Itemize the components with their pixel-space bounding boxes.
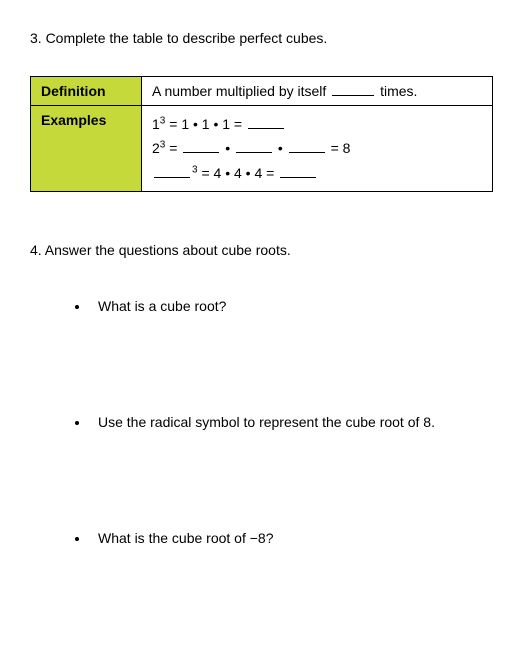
text: 1 — [152, 116, 160, 132]
fill-blank[interactable] — [332, 83, 374, 96]
list-item: What is the cube root of −8? — [90, 530, 493, 546]
list-item: Use the radical symbol to represent the … — [90, 414, 493, 430]
text: • — [274, 140, 287, 156]
table-row: Examples 13 = 1 • 1 • 1 = 23 = • • = 8 3… — [31, 106, 493, 192]
question-4-prompt: 4. Answer the questions about cube roots… — [30, 242, 493, 258]
fill-blank[interactable] — [248, 116, 284, 129]
text: 2 — [152, 140, 160, 156]
question-3-prompt: 3. Complete the table to describe perfec… — [30, 30, 493, 46]
fill-blank[interactable] — [280, 165, 316, 178]
text: = 4 • 4 • 4 = — [198, 165, 279, 181]
fill-blank[interactable] — [154, 165, 190, 178]
text: • — [221, 140, 234, 156]
definition-header: Definition — [31, 77, 142, 106]
text: = 8 — [327, 140, 351, 156]
ex-line1: 13 = 1 • 1 • 1 = — [152, 116, 286, 132]
examples-cell: 13 = 1 • 1 • 1 = 23 = • • = 8 3 = 4 • 4 … — [142, 106, 493, 192]
text: = 1 • 1 • 1 = — [165, 116, 246, 132]
text: = — [165, 140, 181, 156]
question-4-bullets: What is a cube root? Use the radical sym… — [30, 298, 493, 546]
definition-text-before: A number multiplied by itself — [152, 83, 330, 99]
fill-blank[interactable] — [236, 140, 272, 153]
examples-header: Examples — [31, 106, 142, 192]
definition-text-after: times. — [376, 83, 417, 99]
fill-blank[interactable] — [183, 140, 219, 153]
ex-line2: 23 = • • = 8 — [152, 140, 350, 156]
ex-line3: 3 = 4 • 4 • 4 = — [152, 165, 318, 181]
perfect-cubes-table: Definition A number multiplied by itself… — [30, 76, 493, 192]
fill-blank[interactable] — [289, 140, 325, 153]
definition-cell: A number multiplied by itself times. — [142, 77, 493, 106]
list-item: What is a cube root? — [90, 298, 493, 314]
table-row: Definition A number multiplied by itself… — [31, 77, 493, 106]
